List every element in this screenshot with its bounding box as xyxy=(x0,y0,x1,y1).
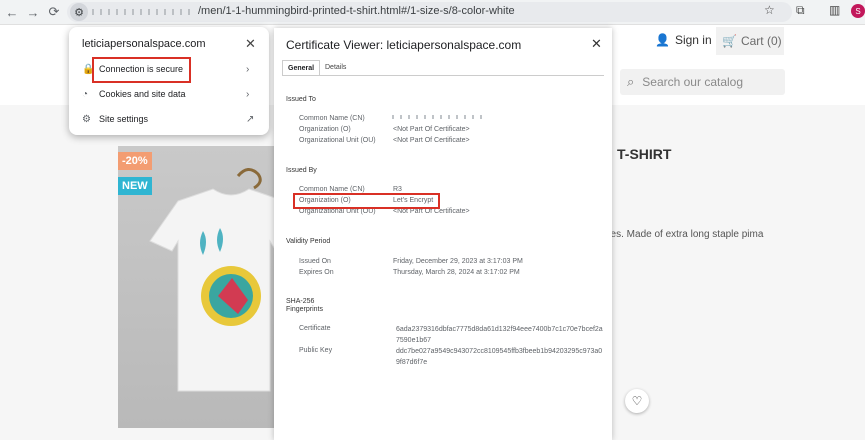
field-key: Certificate xyxy=(299,325,331,332)
cart-icon: 🛒 xyxy=(722,34,737,48)
section-issued-to: Issued To xyxy=(286,96,316,103)
star-icon[interactable]: ☆ xyxy=(764,3,775,17)
extensions-icon[interactable]: ⧉ xyxy=(796,3,805,18)
product-title: T-SHIRT xyxy=(617,146,672,162)
section-fingerprints-subtitle: Fingerprints xyxy=(286,306,323,313)
field-key: Issued On xyxy=(299,258,331,265)
certificate-viewer-dialog: Certificate Viewer: leticiapersonalspace… xyxy=(274,28,612,440)
new-badge: NEW xyxy=(118,177,152,195)
browser-toolbar: ← → ⟳ ⚙ /men/1-1-hummingbird-printed-t-s… xyxy=(0,0,865,25)
public-key-fingerprint: ddc7be027a9549c943072cc8109545ffb3fbeeb1… xyxy=(396,348,603,366)
forward-arrow-icon[interactable]: → xyxy=(24,3,42,21)
field-key: Organizational Unit (OU) xyxy=(299,137,376,144)
tab-details[interactable]: Details xyxy=(320,60,351,75)
field-key: Public Key xyxy=(299,347,333,354)
sign-in-label: Sign in xyxy=(674,33,712,47)
field-value: R3 xyxy=(393,186,402,193)
field-key: Common Name (CN) xyxy=(299,186,365,193)
gear-icon: ⚙ xyxy=(82,113,91,125)
search-input[interactable]: ⌕ Search our catalog xyxy=(620,69,785,95)
field-key: Organization (O) xyxy=(299,126,351,133)
tab-general[interactable]: General xyxy=(282,60,321,76)
product-description: eves. Made of extra long staple pima xyxy=(600,229,764,240)
section-validity: Validity Period xyxy=(286,238,331,245)
field-value: Thursday, March 28, 2024 at 3:17:02 PM xyxy=(393,269,520,276)
wishlist-heart-icon[interactable]: ♡ xyxy=(625,389,649,413)
url-domain-redacted xyxy=(92,9,196,15)
chevron-right-icon: › xyxy=(246,88,250,100)
close-icon[interactable]: ✕ xyxy=(591,36,602,52)
close-icon[interactable]: ✕ xyxy=(245,36,256,52)
site-info-tune-icon[interactable]: ⚙ xyxy=(70,3,88,21)
field-key: Expires On xyxy=(299,269,334,276)
profile-avatar[interactable]: S xyxy=(851,4,865,18)
external-link-icon: ↗ xyxy=(246,113,255,125)
discount-badge: -20% xyxy=(118,152,152,170)
search-placeholder: Search our catalog xyxy=(642,75,744,89)
field-key: Organizational Unit (OU) xyxy=(299,208,376,215)
cart-button[interactable]: 🛒 Cart (0) xyxy=(716,27,784,55)
cart-label: Cart (0) xyxy=(740,34,782,48)
dialog-title: Certificate Viewer: leticiapersonalspace… xyxy=(286,38,522,52)
field-value: Friday, December 29, 2023 at 3:17:03 PM xyxy=(393,258,523,265)
cookie-icon: ◔ xyxy=(82,88,89,100)
url-text[interactable]: /men/1-1-hummingbird-printed-t-shirt.htm… xyxy=(198,5,515,17)
back-arrow-icon[interactable]: ← xyxy=(3,3,21,21)
reload-icon[interactable]: ⟳ xyxy=(45,3,63,21)
section-fingerprints-title: SHA-256 xyxy=(286,298,315,305)
menu-item-label: Cookies and site data xyxy=(99,89,186,99)
common-name-redacted xyxy=(392,115,484,119)
menu-item-cookies[interactable]: ◔ Cookies and site data › xyxy=(69,84,269,104)
field-value: <Not Part Of Certificate> xyxy=(393,137,470,144)
site-host: leticiapersonalspace.com xyxy=(82,38,206,50)
highlight-connection-secure xyxy=(92,57,191,83)
highlight-organization xyxy=(293,193,440,209)
certificate-fingerprint: 6ada2379316dbfac7775d8da61d132f94eee7400… xyxy=(396,326,603,344)
field-value: <Not Part Of Certificate> xyxy=(393,208,470,215)
field-key: Common Name (CN) xyxy=(299,115,365,122)
chevron-right-icon: › xyxy=(246,63,250,75)
menu-item-label: Site settings xyxy=(99,114,149,124)
tab-divider xyxy=(282,75,604,76)
user-icon: 👤 xyxy=(655,33,670,47)
sign-in-link[interactable]: 👤 Sign in xyxy=(655,33,712,47)
side-panel-icon[interactable]: ▥ xyxy=(829,3,840,17)
field-value: <Not Part Of Certificate> xyxy=(393,126,470,133)
menu-item-site-settings[interactable]: ⚙ Site settings ↗ xyxy=(69,109,269,129)
search-icon: ⌕ xyxy=(627,74,635,89)
section-issued-by: Issued By xyxy=(286,167,317,174)
